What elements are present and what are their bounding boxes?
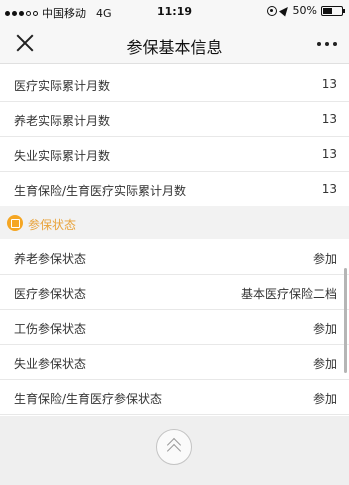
- row-value: 13: [321, 112, 337, 126]
- row-value: 基本医疗保险二档: [240, 287, 337, 301]
- list-item: 医疗参保状态 基本医疗保险二档: [0, 275, 349, 310]
- status-section-icon: [7, 215, 23, 231]
- list-item: 养老实际累计月数 13: [0, 102, 349, 137]
- row-label: 生育保险/生育医疗实际累计月数: [14, 184, 187, 198]
- section-title: 参保状态: [28, 218, 77, 232]
- page-title: 参保基本信息: [126, 38, 223, 57]
- list-item: 失业实际累计月数 13: [0, 137, 349, 172]
- battery-percent: 50%: [292, 4, 317, 17]
- more-options-icon[interactable]: [317, 42, 337, 46]
- location-icon: [278, 4, 291, 17]
- row-label: 养老实际累计月数: [14, 114, 111, 128]
- row-value: 13: [321, 77, 337, 91]
- battery-icon: [321, 5, 345, 16]
- row-value: 参加: [312, 357, 337, 371]
- row-value: 13: [321, 182, 337, 196]
- list-item: 生育保险/生育医疗参保状态 参加: [0, 380, 349, 415]
- row-value: 参加: [312, 322, 337, 336]
- list-item: 养老参保状态 参加: [0, 240, 349, 275]
- list-item: 医疗实际累计月数 13: [0, 67, 349, 102]
- row-value: 参加: [312, 252, 337, 266]
- row-label: 医疗实际累计月数: [14, 79, 111, 93]
- row-label: 工伤参保状态: [14, 322, 87, 336]
- nav-bar: 参保基本信息: [0, 24, 349, 64]
- row-label: 生育保险/生育医疗参保状态: [14, 392, 163, 406]
- row-value: 13: [321, 147, 337, 161]
- status-right: 50%: [266, 4, 345, 17]
- row-value: 参加: [312, 392, 337, 406]
- status-bar: 中国移动 4G 11:19 50%: [0, 0, 349, 24]
- scrollbar[interactable]: [344, 268, 347, 373]
- row-label: 养老参保状态: [14, 252, 87, 266]
- row-label: 失业实际累计月数: [14, 149, 111, 163]
- rotation-lock-icon: [266, 5, 277, 16]
- scroll-to-top-button[interactable]: [156, 429, 192, 465]
- list-item: 失业参保状态 参加: [0, 345, 349, 380]
- row-label: 医疗参保状态: [14, 287, 87, 301]
- list-item: 生育保险/生育医疗实际累计月数 13: [0, 172, 349, 207]
- row-label: 失业参保状态: [14, 357, 87, 371]
- list-item: 工伤参保状态 参加: [0, 310, 349, 345]
- section-header-status: 参保状态: [0, 206, 349, 239]
